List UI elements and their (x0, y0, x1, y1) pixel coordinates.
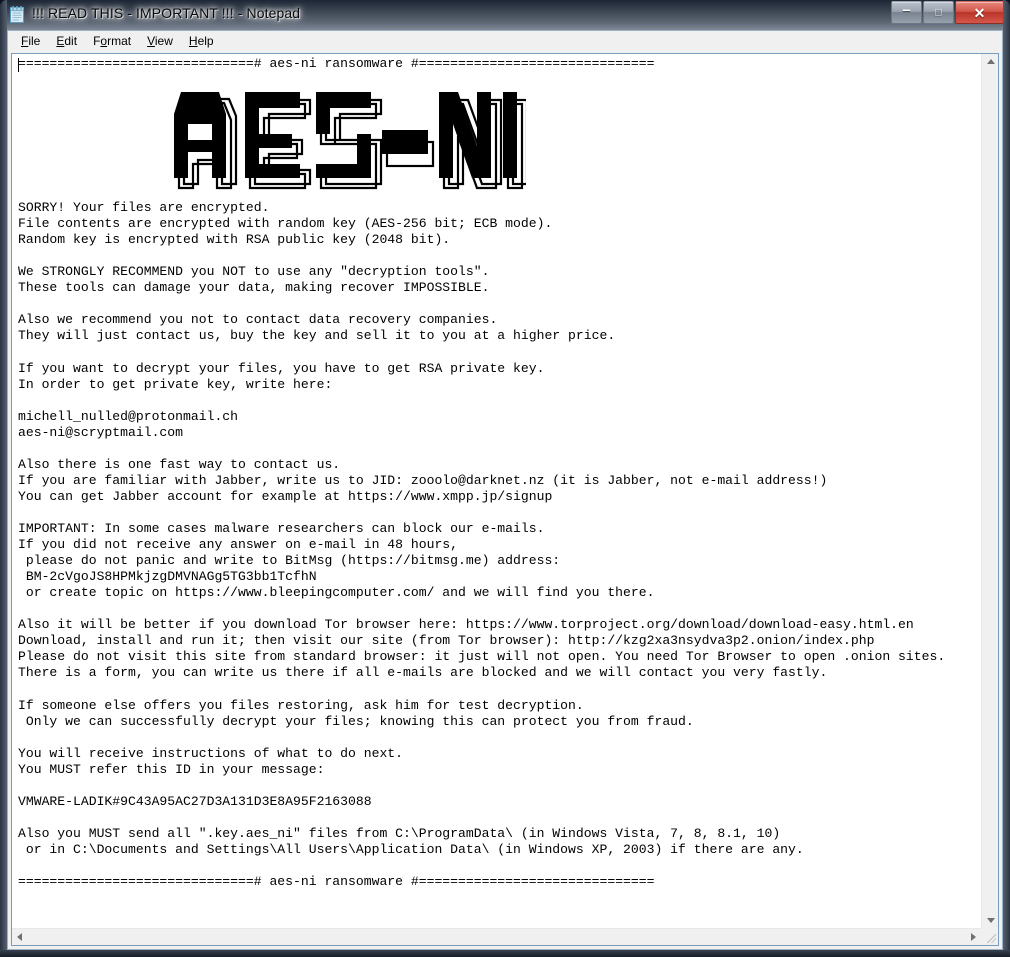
scroll-down-button[interactable] (982, 911, 999, 928)
window-controls: – □ ✕ (890, 1, 1004, 24)
aes-ni-ascii-logo (18, 72, 981, 200)
separator-line-bottom: ==============================# aes-ni r… (18, 874, 655, 890)
menu-item-view[interactable]: View (139, 32, 181, 51)
window-frame-left (0, 0, 7, 957)
scroll-left-arrow-icon (17, 933, 22, 941)
menu-help-rest: elp (197, 34, 214, 48)
scroll-right-arrow-icon (971, 933, 976, 941)
maximize-icon: □ (935, 6, 942, 18)
window-title: !!! READ THIS - IMPORTANT !!! - Notepad (32, 5, 301, 21)
menu-edit-rest: dit (64, 34, 78, 48)
scroll-up-button[interactable] (982, 54, 999, 71)
menu-bar: File Edit Format View Help (8, 31, 1002, 52)
vertical-scrollbar[interactable] (981, 54, 998, 928)
title-bar[interactable]: !!! READ THIS - IMPORTANT !!! - Notepad … (0, 0, 1010, 30)
menu-view-accel: V (147, 34, 155, 48)
close-button[interactable]: ✕ (955, 1, 1004, 24)
scroll-right-button[interactable] (964, 929, 981, 946)
scroll-up-arrow-icon (987, 59, 995, 64)
text-editor[interactable]: ==============================# aes-ni r… (12, 54, 981, 928)
minimize-icon: – (902, 1, 911, 18)
text-caret (18, 58, 19, 72)
client-area: File Edit Format View Help =============… (7, 30, 1003, 950)
menu-format-rest: rmat (107, 34, 132, 48)
separator-line-top: ==============================# aes-ni r… (18, 56, 655, 71)
notepad-icon (9, 6, 25, 24)
notepad-window: !!! READ THIS - IMPORTANT !!! - Notepad … (0, 0, 1010, 957)
close-icon: ✕ (973, 4, 986, 21)
menu-item-format[interactable]: Format (85, 32, 139, 51)
editor-frame: ==============================# aes-ni r… (11, 53, 999, 946)
menu-item-edit[interactable]: Edit (48, 32, 85, 51)
menu-help-accel: H (188, 34, 198, 48)
horizontal-scrollbar[interactable] (12, 928, 981, 945)
aes-ni-logo-glyphs (174, 92, 526, 190)
window-frame-right (1003, 0, 1010, 957)
minimize-button[interactable]: – (891, 1, 922, 24)
scroll-down-arrow-icon (987, 918, 995, 923)
menu-item-help[interactable]: Help (181, 32, 222, 51)
scrollbar-corner-grip (981, 928, 998, 945)
scroll-left-button[interactable] (12, 929, 29, 946)
window-frame-bottom (0, 950, 1010, 957)
maximize-button[interactable]: □ (923, 1, 954, 24)
menu-file-rest: ile (28, 34, 41, 48)
menu-item-file[interactable]: File (13, 32, 48, 51)
note-body: SORRY! Your files are encrypted. File co… (18, 200, 946, 857)
menu-view-rest: iew (154, 34, 173, 48)
